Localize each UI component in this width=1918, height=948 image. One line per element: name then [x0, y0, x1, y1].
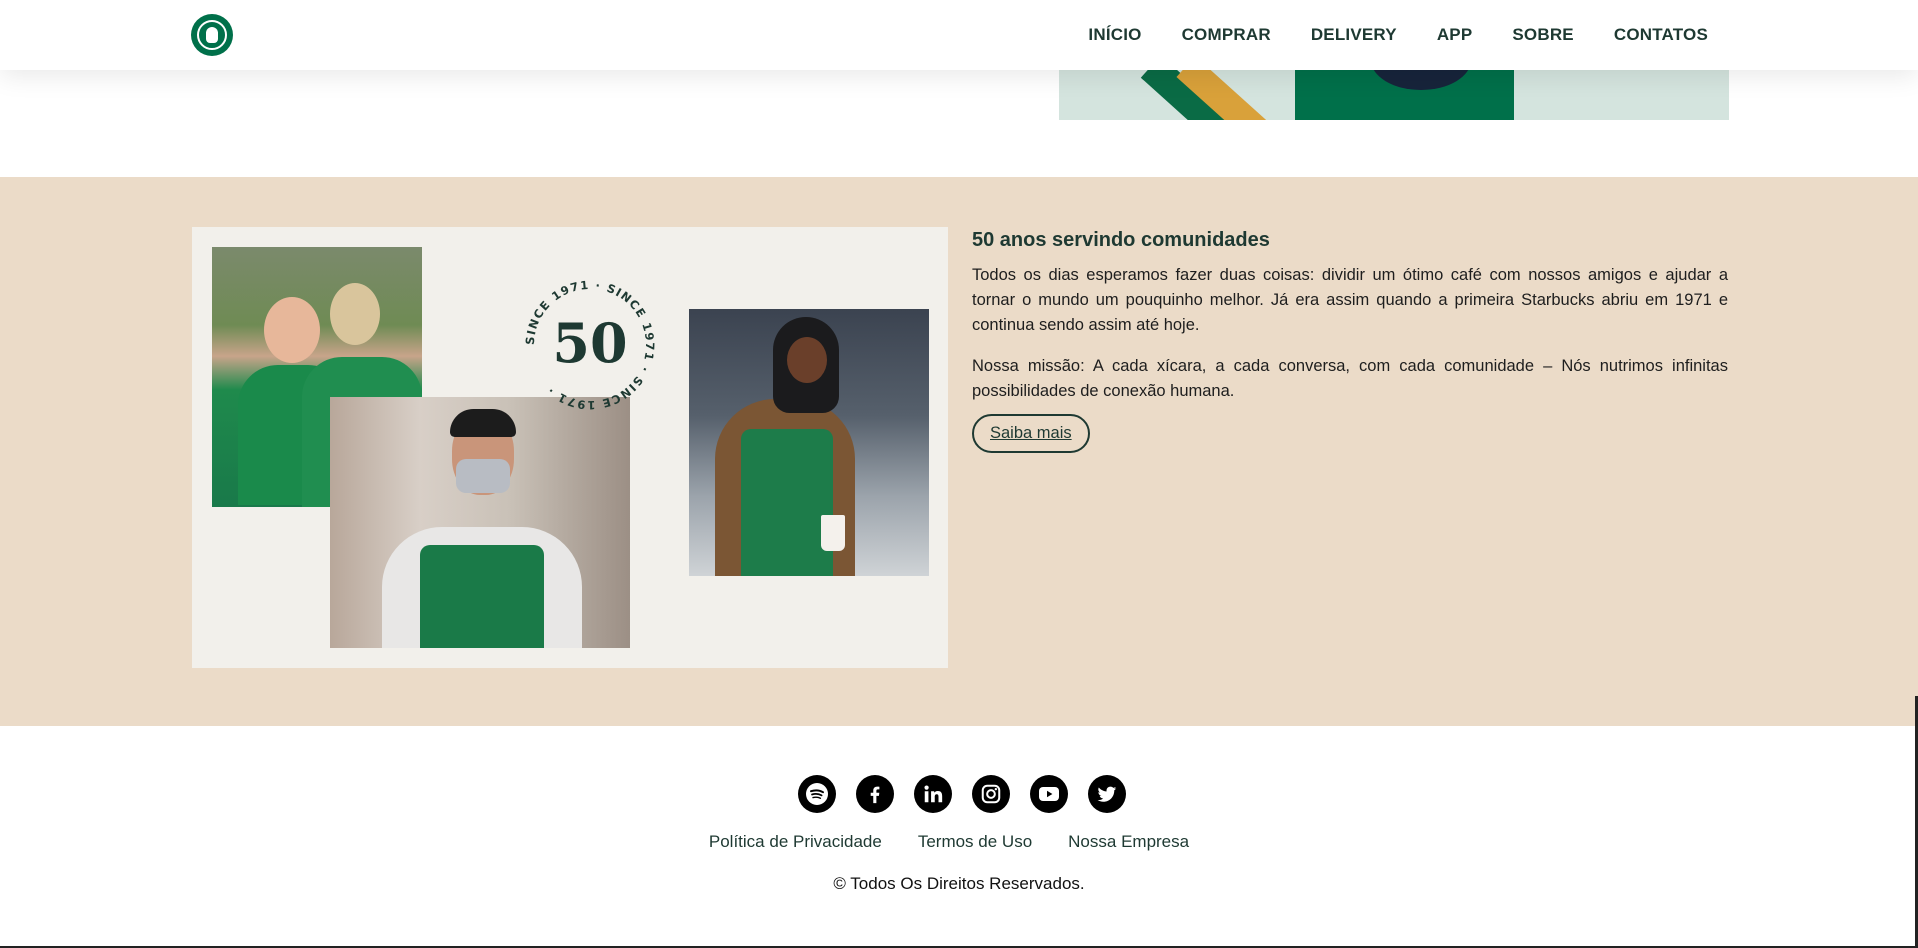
community-section: SINCE 1971 · SINCE 1971 · SINCE 1971 · 5…: [0, 177, 1918, 726]
photo-barista-pouring: [689, 309, 929, 576]
footer-links: Política de Privacidade Termos de Uso No…: [0, 832, 1918, 852]
starbucks-logo-icon[interactable]: [191, 14, 233, 56]
saiba-mais-button[interactable]: Saiba mais: [972, 414, 1090, 453]
top-navbar: INÍCIO COMPRAR DELIVERY APP SOBRE CONTAT…: [0, 0, 1918, 70]
social-links: [798, 775, 1126, 813]
copyright-text: © Todos Os Direitos Reservados.: [833, 874, 1085, 893]
nav-sobre[interactable]: SOBRE: [1512, 25, 1573, 45]
paragraph-mission: Nossa missão: A cada xícara, a cada conv…: [972, 357, 1728, 400]
nav-contatos[interactable]: CONTATOS: [1614, 25, 1708, 45]
siren-face: [206, 27, 218, 43]
previous-banner-image: [1059, 70, 1729, 120]
linkedin-icon[interactable]: [914, 775, 952, 813]
since-1971-emblem: SINCE 1971 · SINCE 1971 · SINCE 1971 · 5…: [522, 277, 658, 413]
nav-delivery[interactable]: DELIVERY: [1311, 25, 1397, 45]
nav-app[interactable]: APP: [1437, 25, 1473, 45]
main-nav: INÍCIO COMPRAR DELIVERY APP SOBRE CONTAT…: [1088, 0, 1708, 70]
instagram-icon[interactable]: [972, 775, 1010, 813]
twitter-icon[interactable]: [1088, 775, 1126, 813]
our-company-link[interactable]: Nossa Empresa: [1068, 832, 1189, 852]
privacy-policy-link[interactable]: Política de Privacidade: [709, 832, 882, 852]
logo-ring: [197, 20, 227, 50]
nav-comprar[interactable]: COMPRAR: [1182, 25, 1271, 45]
section-title: 50 anos servindo comunidades: [972, 229, 1270, 251]
facebook-icon[interactable]: [856, 775, 894, 813]
photo-barista-masked: [330, 397, 630, 648]
youtube-icon[interactable]: [1030, 775, 1068, 813]
nav-inicio[interactable]: INÍCIO: [1088, 25, 1141, 45]
spotify-icon[interactable]: [798, 775, 836, 813]
terms-of-use-link[interactable]: Termos de Uso: [918, 832, 1032, 852]
paragraph-intro: Todos os dias esperamos fazer duas coisa…: [972, 266, 1728, 334]
photo-collage: SINCE 1971 · SINCE 1971 · SINCE 1971 · 5…: [192, 227, 948, 668]
community-text: 50 anos servindo comunidades Todos os di…: [972, 227, 1728, 453]
emblem-number: 50: [552, 311, 628, 375]
